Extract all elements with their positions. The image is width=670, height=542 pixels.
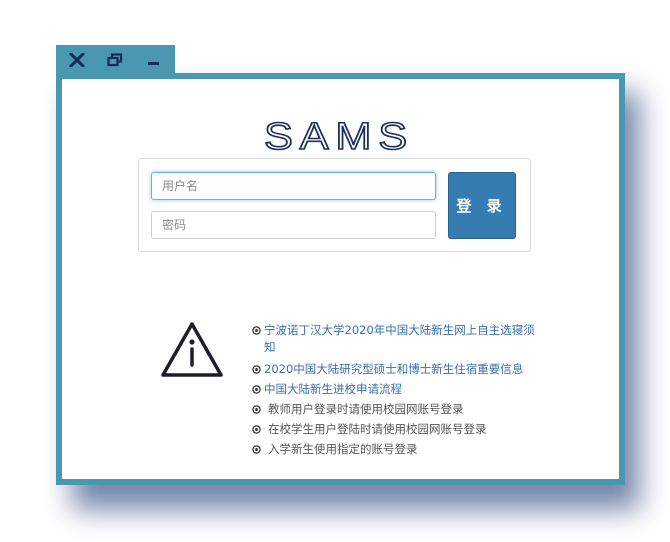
close-icon [69, 53, 85, 67]
notice-text: 在校学生用户登陆时请使用校园网账号登录 [268, 422, 487, 436]
login-form: 登 录 [138, 158, 531, 252]
notice-text: 教师用户登录时请使用校园网账号登录 [268, 402, 464, 416]
password-input[interactable] [151, 211, 436, 239]
restore-icon [107, 53, 123, 67]
notice-item: 教师用户登录时请使用校园网账号登录 [252, 399, 542, 419]
notice-list: 宁波诺丁汉大学2020年中国大陆新生网上自主选寝须知 2020中国大陆研究型硕士… [252, 322, 542, 459]
login-button[interactable]: 登 录 [448, 172, 516, 239]
window-controls-bar [56, 45, 175, 75]
notice-item: 中国大陆新生进校申请流程 [252, 379, 542, 399]
bullet-icon [252, 359, 264, 379]
bullet-icon [252, 322, 264, 339]
logo-text: SAMS [264, 117, 414, 157]
minimize-icon [148, 62, 159, 65]
restore-button[interactable] [97, 45, 133, 75]
bullet-icon [252, 439, 264, 459]
warning-icon [161, 322, 223, 377]
notice-item: 2020中国大陆研究型硕士和博士新生住宿重要信息 [252, 359, 542, 379]
notice-link[interactable]: 宁波诺丁汉大学2020年中国大陆新生网上自主选寝须知 [264, 322, 542, 356]
notice-item: 在校学生用户登陆时请使用校园网账号登录 [252, 419, 542, 439]
login-window: SAMS 登 录 宁波诺丁汉大学2020年中国大陆新生网上自主选寝须知 2020… [56, 73, 625, 485]
notice-item: 宁波诺丁汉大学2020年中国大陆新生网上自主选寝须知 [252, 322, 542, 356]
bullet-icon [252, 399, 264, 419]
notice-link[interactable]: 2020中国大陆研究型硕士和博士新生住宿重要信息 [264, 359, 523, 379]
bullet-icon [252, 419, 264, 439]
notice-text: 入学新生使用指定的账号登录 [268, 442, 418, 456]
notice-link[interactable]: 中国大陆新生进校申请流程 [264, 379, 402, 399]
close-button[interactable] [59, 45, 95, 75]
sams-logo: SAMS [263, 117, 414, 157]
username-input[interactable] [151, 172, 436, 200]
minimize-button[interactable] [136, 45, 172, 75]
bullet-icon [252, 379, 264, 399]
notice-item: 入学新生使用指定的账号登录 [252, 439, 542, 459]
